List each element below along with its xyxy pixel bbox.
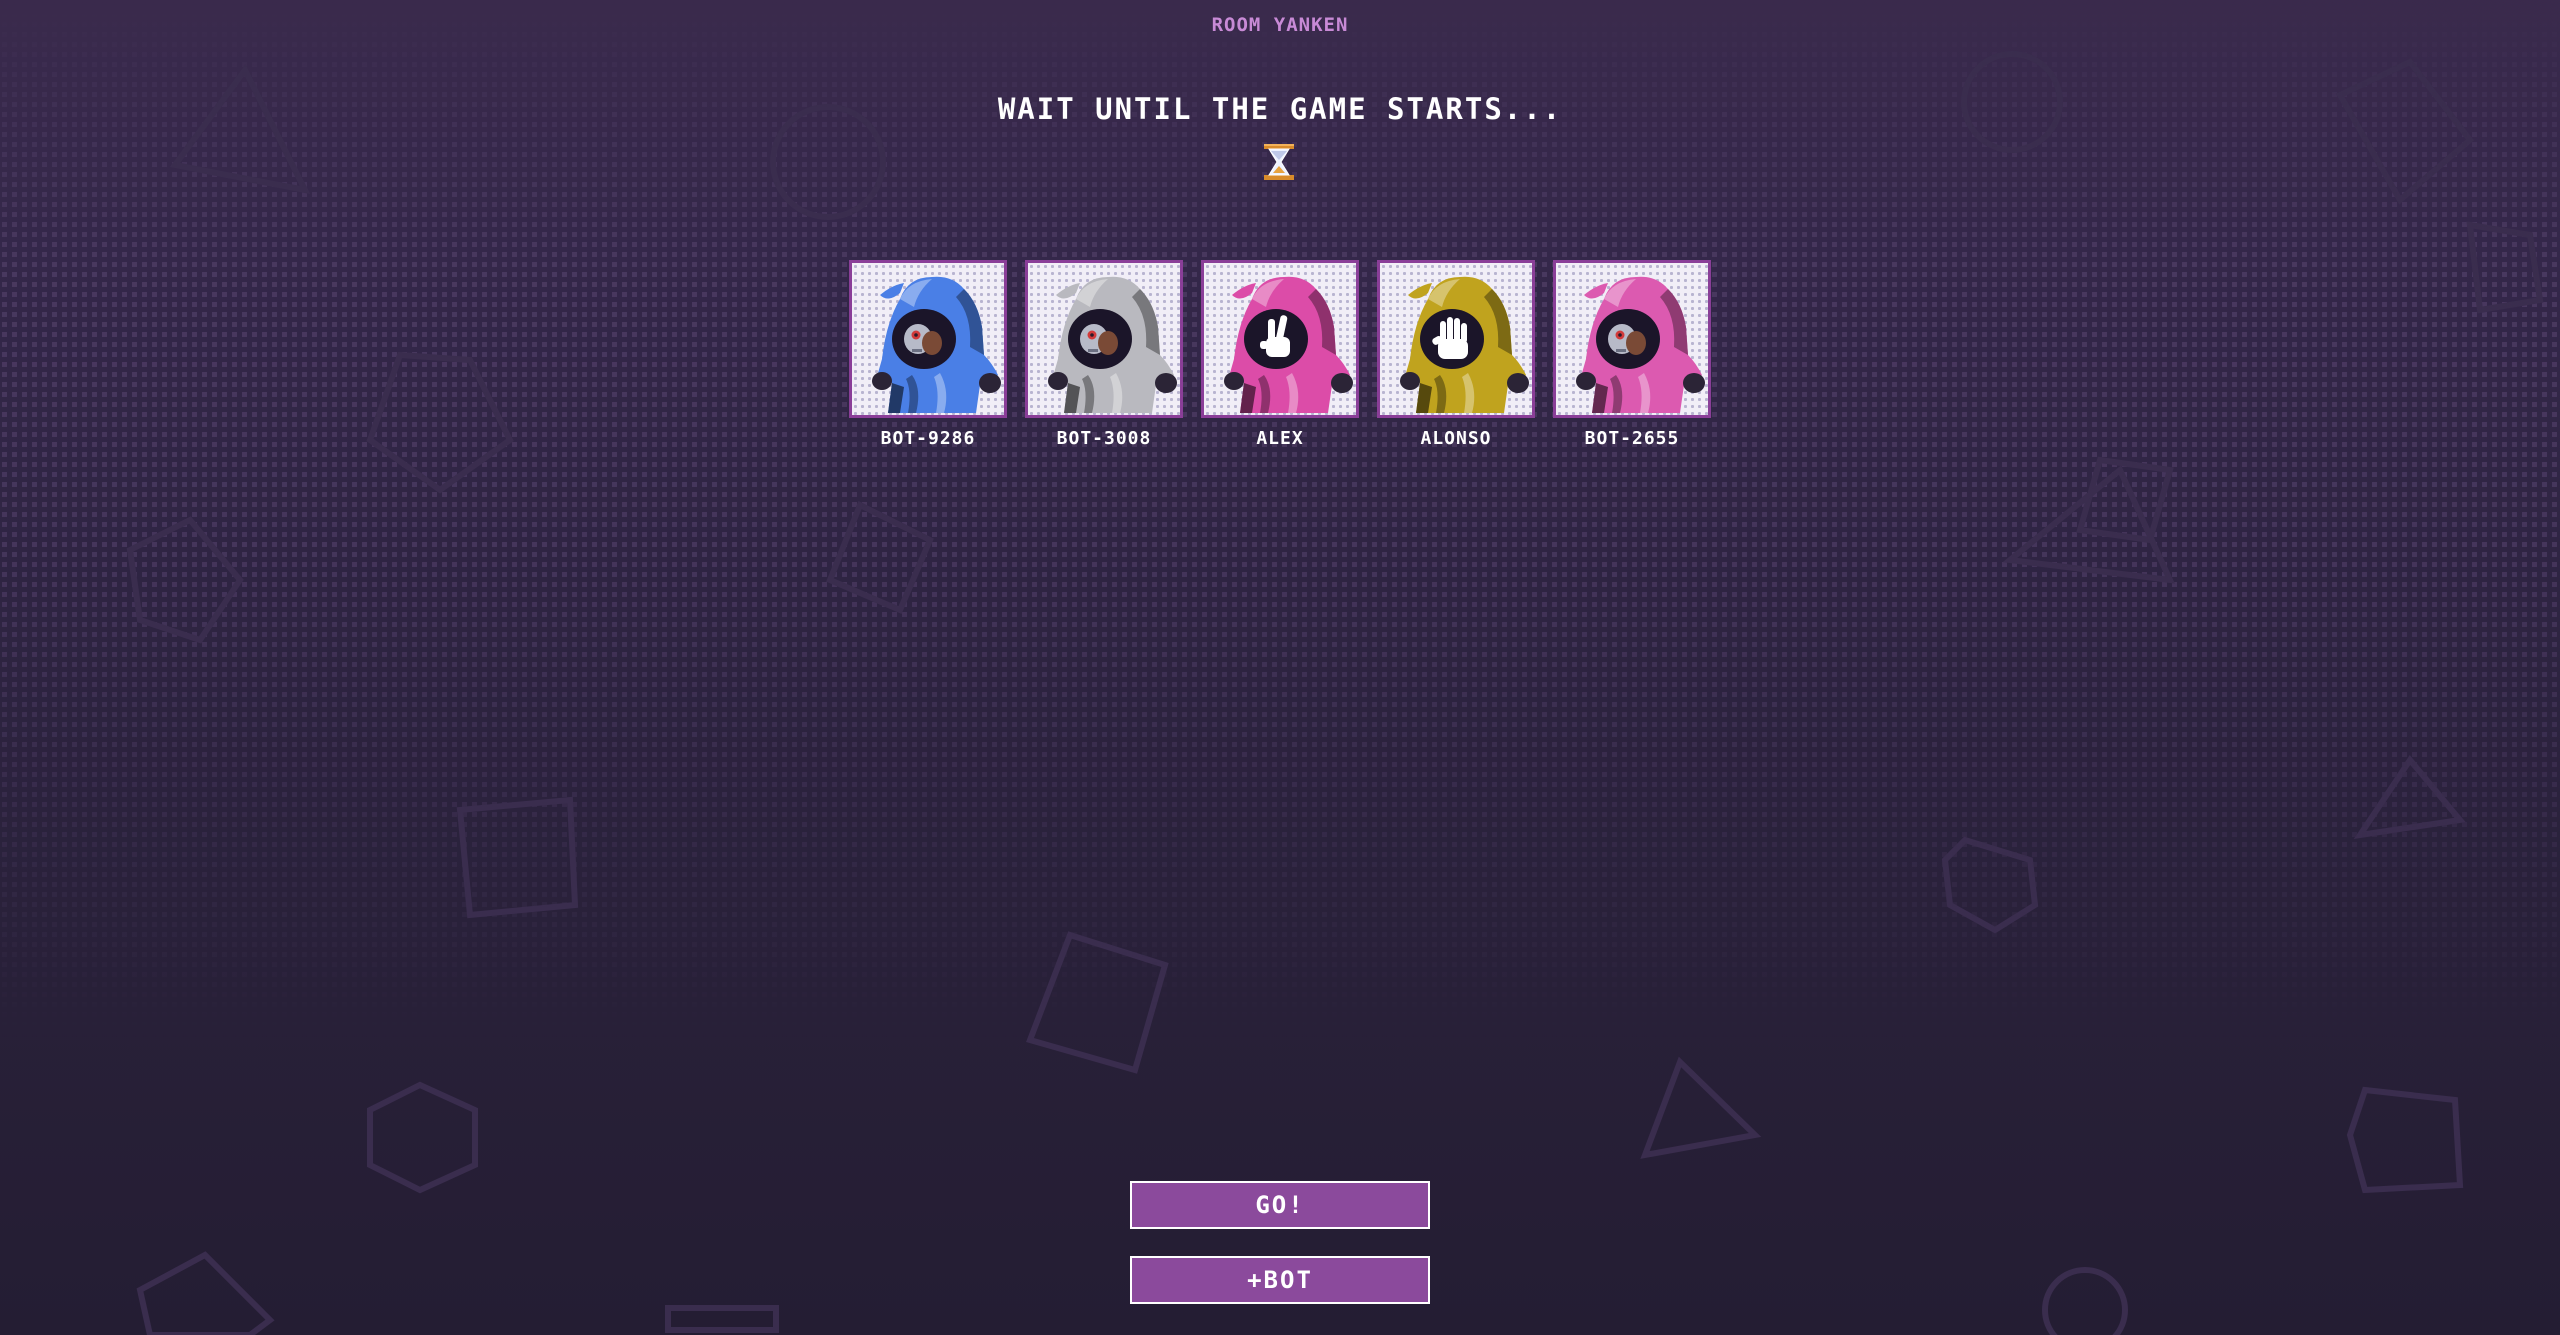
bg-square-shape <box>2335 58 2475 205</box>
player-list: BOT-9286 BOT-3008 ALEX ALONSO BOT-2655 <box>0 260 2560 449</box>
bg-hexagon-shape <box>1941 836 2039 934</box>
player-slot: BOT-3008 <box>1025 260 1183 449</box>
bg-square-shape <box>826 500 934 614</box>
player-avatar <box>1553 260 1711 418</box>
hooded-character-icon <box>1576 276 1705 413</box>
player-name: BOT-9286 <box>880 428 976 449</box>
hooded-character-paper-icon <box>1400 276 1529 413</box>
player-slot: BOT-9286 <box>849 260 1007 449</box>
bg-circle-shape <box>2042 1267 2128 1335</box>
bg-triangle-shape <box>2353 754 2466 839</box>
hourglass-icon <box>1264 144 1294 180</box>
hooded-character-scissors-icon <box>1224 276 1353 413</box>
player-avatar <box>849 260 1007 418</box>
player-slot: ALONSO <box>1377 260 1535 449</box>
bg-triangle-shape <box>2002 465 2175 584</box>
bg-hexagon-shape <box>367 1081 478 1194</box>
wait-status-message: WAIT UNTIL THE GAME STARTS... <box>997 92 1563 126</box>
player-slot: ALEX <box>1201 260 1359 449</box>
room-title: ROOM YANKEN <box>1211 14 1349 36</box>
player-name: BOT-2655 <box>1584 428 1680 449</box>
player-name: ALONSO <box>1420 428 1492 449</box>
bg-triangle-shape <box>169 64 311 195</box>
go-button[interactable]: GO! <box>1130 1181 1430 1229</box>
player-name: BOT-3008 <box>1056 428 1152 449</box>
background-dot-pattern <box>0 0 2560 1335</box>
bg-square-shape <box>665 1305 779 1333</box>
player-avatar <box>1377 260 1535 418</box>
bg-triangle-shape <box>1640 1056 1762 1159</box>
player-avatar <box>1201 260 1359 418</box>
add-bot-button[interactable]: +BOT <box>1130 1256 1430 1304</box>
bg-square-shape <box>456 796 579 919</box>
bg-pentagon-shape <box>2346 1086 2464 1194</box>
bg-pentagon-shape <box>126 516 244 644</box>
hooded-character-icon <box>872 276 1001 413</box>
player-name: ALEX <box>1256 428 1304 449</box>
bg-square-shape <box>2076 456 2174 544</box>
background-shapes <box>126 51 2544 1335</box>
bg-square-shape <box>1026 931 1169 1074</box>
player-slot: BOT-2655 <box>1553 260 1711 449</box>
bg-pentagon-shape <box>136 1251 275 1335</box>
hooded-character-icon <box>1048 276 1177 413</box>
player-avatar <box>1025 260 1183 418</box>
